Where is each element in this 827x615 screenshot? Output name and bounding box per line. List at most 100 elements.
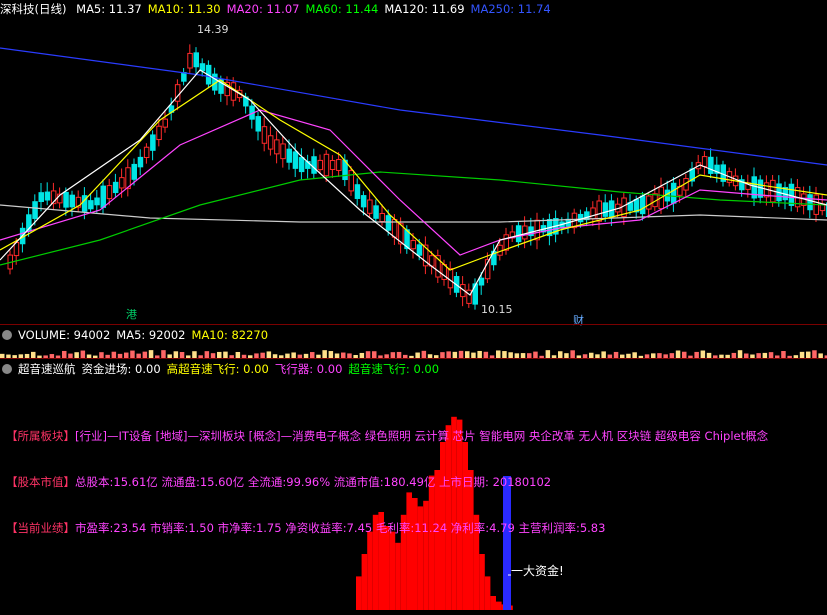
fund-bar: [395, 542, 401, 610]
candle-body: [100, 185, 106, 208]
candle-body: [280, 143, 286, 160]
ma-label-1: MA10: 11.30: [147, 2, 221, 16]
candle-body: [255, 116, 261, 132]
indicator-legend: 超音速巡航 资金进场: 0.00 高超音速飞行: 0.00 飞行器: 0.00 超音速飞…: [18, 362, 445, 376]
candle-body: [348, 170, 354, 192]
performance-value: 市盈率:23.54 市销率:1.50 市净率:1.75 净资收益率:7.45 毛…: [75, 521, 606, 535]
candle-body: [131, 163, 137, 180]
candle-body: [69, 194, 75, 208]
sector-key: 【所属板块】: [6, 429, 75, 443]
candle-body: [336, 159, 342, 171]
fund-bar: [356, 576, 362, 610]
fund-bar: [428, 475, 435, 610]
performance-key: 【当前业绩】: [6, 521, 75, 535]
volume-label-0: VOLUME: 94002: [18, 328, 111, 342]
sector-value: [行业]—IT设备 [地域]—深圳板块 [概念]—消费电子概念 绿色照明 云计算…: [75, 429, 769, 443]
indicator-label-0: 超音速巡航: [18, 362, 76, 376]
candle-body: [646, 195, 652, 210]
volume-bar: [446, 351, 451, 358]
capital-info: 【股本市值】总股本:15.61亿 流通盘:15.60亿 全流通:99.96% 流…: [6, 474, 551, 490]
indicator-label-1: 资金进场: 0.00: [81, 362, 161, 376]
candle-body: [354, 184, 361, 199]
candle-body: [88, 200, 94, 210]
candle-body: [143, 146, 150, 159]
candle-body: [701, 156, 708, 167]
indicator-header: 超音速巡航 资金进场: 0.00 高超音速飞行: 0.00 飞行器: 0.00 超音速飞…: [0, 360, 451, 378]
sector-info: 【所属板块】[行业]—IT设备 [地域]—深圳板块 [概念]—消费电子概念 绿色…: [6, 428, 768, 444]
volume-bar: [80, 350, 86, 358]
volume-bar: [700, 350, 706, 358]
price-header: 深科技(日线) MA5: 11.37 MA10: 11.30 MA20: 11.07…: [0, 0, 563, 18]
candle-body: [292, 151, 299, 169]
indicator-label-3: 飞行器: 0.00: [274, 362, 343, 376]
ma250-line: [0, 47, 827, 166]
ma-legend: MA5: 11.37 MA10: 11.30 MA20: 11.07 MA60: 11…: [76, 2, 557, 16]
fund-bar: [451, 416, 457, 610]
volume-bar: [812, 350, 817, 358]
candle-body: [590, 207, 596, 220]
price-chart-panel[interactable]: 深科技(日线) MA5: 11.37 MA10: 11.30 MA20: 11.07…: [0, 0, 827, 327]
candle-body: [119, 177, 125, 189]
candle-body: [317, 159, 323, 171]
volume-bar: [558, 351, 563, 358]
collapse-icon[interactable]: [2, 330, 12, 340]
candle-body: [181, 71, 187, 82]
fund-bar: [384, 526, 390, 610]
candle-body: [112, 181, 119, 194]
fund-bar: [423, 500, 429, 610]
volume-label-2: MA10: 82270: [191, 328, 269, 342]
big-money-signal-bar: [503, 476, 511, 610]
candle-body: [807, 194, 813, 211]
volume-bar: [372, 351, 377, 358]
candle-body: [286, 148, 292, 163]
volume-bar: [328, 351, 334, 358]
volume-bar: [421, 350, 427, 358]
candle-body: [156, 125, 162, 141]
volume-header: VOLUME: 94002 MA5: 92002 MA10: 82270: [0, 326, 280, 344]
fund-bar: [490, 596, 496, 610]
fund-bar: [468, 470, 474, 610]
candle-body: [150, 134, 156, 151]
volume-panel[interactable]: VOLUME: 94002 MA5: 92002 MA10: 82270: [0, 326, 827, 358]
candle-body: [137, 156, 144, 168]
fund-bar: [479, 554, 485, 610]
candle-body: [466, 289, 472, 304]
candlestick-chart[interactable]: [0, 0, 827, 324]
indicator-label-4: 超音速飞行: 0.00: [348, 362, 440, 376]
candle-body: [323, 153, 330, 177]
volume-bar: [601, 351, 606, 358]
stock-title: 深科技(日线): [0, 2, 67, 16]
volume-bar: [148, 350, 154, 358]
performance-info: 【当前业绩】市盈率:23.54 市销率:1.50 市净率:1.75 净资收益率:…: [6, 520, 605, 536]
candle-body: [708, 156, 714, 174]
candle-body: [193, 52, 199, 68]
volume-bar: [570, 350, 575, 358]
fund-bar: [367, 531, 373, 610]
candle-body: [267, 135, 274, 150]
collapse-icon[interactable]: [2, 364, 12, 374]
candle-body: [199, 63, 206, 72]
capital-value: 总股本:15.61亿 流通盘:15.60亿 全流通:99.96% 流通市值:18…: [75, 475, 552, 489]
volume-bar: [675, 350, 681, 358]
volume-bar: [737, 350, 743, 358]
marker-gang[interactable]: 港: [126, 306, 137, 322]
ma-label-5: MA250: 11.74: [470, 2, 551, 16]
capital-key: 【股本市值】: [6, 475, 75, 489]
candle-body: [515, 225, 522, 243]
ma-label-3: MA60: 11.44: [305, 2, 379, 16]
volume-bar: [62, 350, 67, 358]
fund-bar: [412, 498, 418, 610]
fund-bar: [445, 425, 452, 610]
indicator-panel[interactable]: 超音速巡航 资金进场: 0.00 高超音速飞行: 0.00 飞行器: 0.00 超音速飞…: [0, 360, 827, 615]
fund-bar: [496, 601, 502, 610]
panel-divider: [0, 324, 827, 325]
fund-bar: [456, 419, 463, 610]
candle-body: [447, 268, 454, 289]
indicator-label-2: 高超音速飞行: 0.00: [166, 362, 269, 376]
volume-bar: [161, 350, 166, 358]
candle-body: [379, 212, 385, 223]
low-price-label: 10.15: [481, 303, 513, 316]
candle-body: [639, 195, 646, 215]
candle-body: [503, 234, 509, 251]
volume-bar: [173, 351, 179, 358]
